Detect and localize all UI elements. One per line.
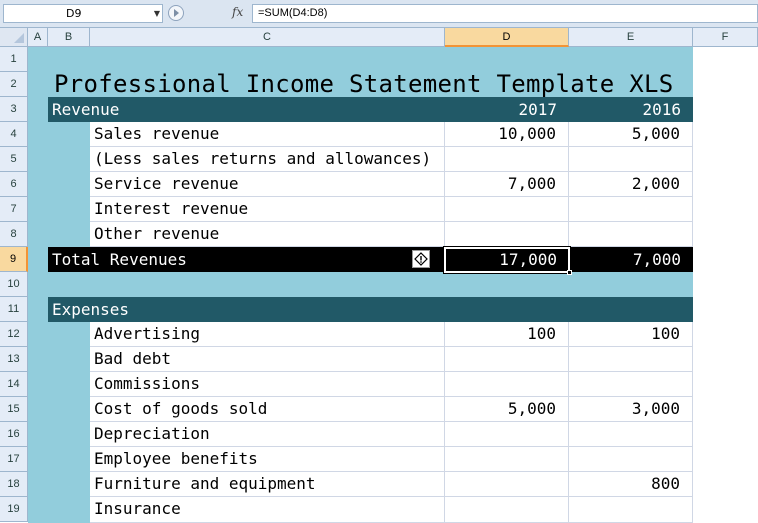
revenue-2017-cell[interactable]: [445, 197, 569, 222]
revenue-section-label: Revenue: [52, 100, 120, 119]
formula-bar: D9 ▼ fx =SUM(D4:D8): [0, 0, 758, 28]
revenue-item-label[interactable]: Sales revenue: [90, 122, 445, 147]
expense-item-label[interactable]: Insurance: [90, 497, 445, 523]
row-header[interactable]: 15: [0, 397, 28, 422]
revenue-item-label[interactable]: Service revenue: [90, 172, 445, 197]
row-header[interactable]: 7: [0, 197, 28, 222]
fill-handle[interactable]: [567, 270, 572, 275]
row-header[interactable]: 3: [0, 97, 28, 122]
expense-2016-cell[interactable]: 100: [569, 322, 693, 347]
revenue-2017-cell[interactable]: 7,000: [445, 172, 569, 197]
expense-2017-cell[interactable]: [445, 372, 569, 397]
row-header[interactable]: 19: [0, 497, 28, 522]
expense-2017-cell[interactable]: [445, 422, 569, 447]
name-box[interactable]: D9 ▼: [3, 4, 163, 23]
row-header[interactable]: 4: [0, 122, 28, 147]
revenue-2016-cell[interactable]: 5,000: [569, 122, 693, 147]
expand-formula-icon[interactable]: [168, 5, 184, 21]
expense-2017-cell[interactable]: [445, 472, 569, 497]
revenue-2016-cell[interactable]: [569, 222, 693, 247]
revenue-item-label[interactable]: Interest revenue: [90, 197, 445, 222]
expense-2016-cell[interactable]: 3,000: [569, 397, 693, 422]
total-revenues-2016-cell[interactable]: 7,000: [569, 247, 693, 272]
row-header[interactable]: 16: [0, 422, 28, 447]
expense-2016-cell[interactable]: [569, 347, 693, 372]
expense-2016-cell[interactable]: [569, 372, 693, 397]
expense-item-label[interactable]: Furniture and equipment: [90, 472, 445, 497]
formula-input[interactable]: =SUM(D4:D8): [252, 4, 758, 23]
revenue-item-label[interactable]: Other revenue: [90, 222, 445, 247]
row-header[interactable]: 11: [0, 297, 28, 322]
expense-item-label[interactable]: Depreciation: [90, 422, 445, 447]
row-header[interactable]: 18: [0, 472, 28, 497]
row-header[interactable]: 1: [0, 47, 28, 72]
expenses-header-band: Expenses: [48, 297, 693, 322]
expense-item-label[interactable]: Employee benefits: [90, 447, 445, 472]
expense-2017-cell[interactable]: [445, 447, 569, 472]
column-header-b[interactable]: B: [48, 28, 90, 47]
column-header-d[interactable]: D: [445, 28, 569, 47]
diamond-exclamation-icon[interactable]: [412, 250, 430, 268]
row-header[interactable]: 6: [0, 172, 28, 197]
revenue-2017-cell[interactable]: [445, 222, 569, 247]
row-header[interactable]: 13: [0, 347, 28, 372]
revenue-item-label[interactable]: (Less sales returns and allowances): [90, 147, 445, 172]
expense-item-label[interactable]: Commissions: [90, 372, 445, 397]
expense-item-label[interactable]: Advertising: [90, 322, 445, 347]
row-header[interactable]: 2: [0, 72, 28, 97]
page-title: Professional Income Statement Template X…: [54, 72, 674, 97]
expenses-section-label: Expenses: [52, 300, 130, 319]
row-header[interactable]: 8: [0, 222, 28, 247]
expense-2016-cell[interactable]: [569, 422, 693, 447]
row-header[interactable]: 12: [0, 322, 28, 347]
active-cell-selection[interactable]: [443, 246, 572, 275]
expense-2016-cell[interactable]: 800: [569, 472, 693, 497]
chevron-down-icon[interactable]: ▼: [154, 5, 160, 22]
name-box-value: D9: [66, 7, 82, 20]
revenue-2016-cell[interactable]: 2,000: [569, 172, 693, 197]
expense-2017-cell[interactable]: [445, 497, 569, 523]
expense-2017-cell[interactable]: [445, 347, 569, 372]
column-f-area[interactable]: [693, 47, 758, 523]
revenue-2016-cell[interactable]: [569, 197, 693, 222]
expense-2017-cell[interactable]: 5,000: [445, 397, 569, 422]
column-header-f[interactable]: F: [693, 28, 758, 47]
row-header[interactable]: 17: [0, 447, 28, 472]
row-header[interactable]: 5: [0, 147, 28, 172]
select-all-button[interactable]: [0, 28, 28, 47]
expense-2017-cell[interactable]: 100: [445, 322, 569, 347]
insert-function-icon[interactable]: fx: [232, 5, 243, 19]
revenue-2017-cell[interactable]: 10,000: [445, 122, 569, 147]
year-2016-header[interactable]: 2016: [569, 97, 693, 122]
row-header[interactable]: 14: [0, 372, 28, 397]
column-header-c[interactable]: C: [90, 28, 445, 47]
expense-item-label[interactable]: Bad debt: [90, 347, 445, 372]
revenue-2016-cell[interactable]: [569, 147, 693, 172]
revenue-2017-cell[interactable]: [445, 147, 569, 172]
year-2017-header[interactable]: 2017: [445, 97, 569, 122]
total-revenues-label[interactable]: Total Revenues: [48, 250, 187, 269]
expense-2016-cell[interactable]: [569, 447, 693, 472]
row-header[interactable]: 10: [0, 272, 28, 297]
expense-item-label[interactable]: Cost of goods sold: [90, 397, 445, 422]
row-header-selected[interactable]: 9: [0, 247, 28, 272]
column-header-e[interactable]: E: [569, 28, 693, 47]
expense-2016-cell[interactable]: [569, 497, 693, 523]
column-header-a[interactable]: A: [28, 28, 48, 47]
